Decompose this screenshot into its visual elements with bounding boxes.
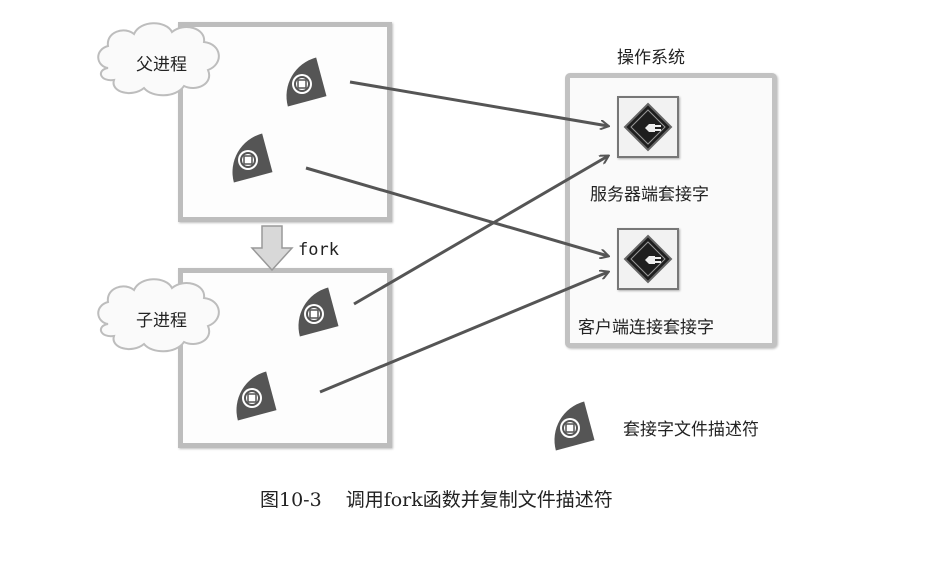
arrow-child-fd1-to-server: [353, 156, 608, 306]
child-process-label: 子进程: [136, 311, 187, 331]
fork-label: fork: [298, 240, 339, 260]
arrow-parent-fd1-to-server: [349, 80, 608, 126]
arrow-child-fd2-to-client: [319, 272, 608, 394]
child-fd-icon-1: [288, 286, 340, 338]
server-socket-label: 服务器端套接字: [590, 185, 709, 205]
figure-caption-text: 调用fork函数并复制文件描述符: [345, 489, 613, 511]
parent-fd-icon-2: [222, 132, 274, 184]
diagram-graphics: [97, 22, 926, 452]
plug-icon: [623, 234, 673, 284]
parent-fd-icon-1: [276, 56, 328, 108]
server-socket-tile: [617, 96, 679, 158]
figure-number: 图10-3: [260, 489, 322, 511]
client-socket-tile: [617, 228, 679, 290]
figure-caption: 图10-3 调用fork函数并复制文件描述符: [260, 485, 613, 512]
plug-icon: [623, 102, 673, 152]
child-fd-icon-2: [226, 370, 278, 422]
client-socket-label: 客户端连接套接字: [578, 318, 714, 338]
parent-process-label: 父进程: [136, 55, 187, 75]
legend-fd-icon: [544, 400, 596, 452]
legend-label: 套接字文件描述符: [623, 420, 759, 440]
fork-arrow: [250, 225, 294, 272]
os-title: 操作系统: [617, 48, 685, 68]
